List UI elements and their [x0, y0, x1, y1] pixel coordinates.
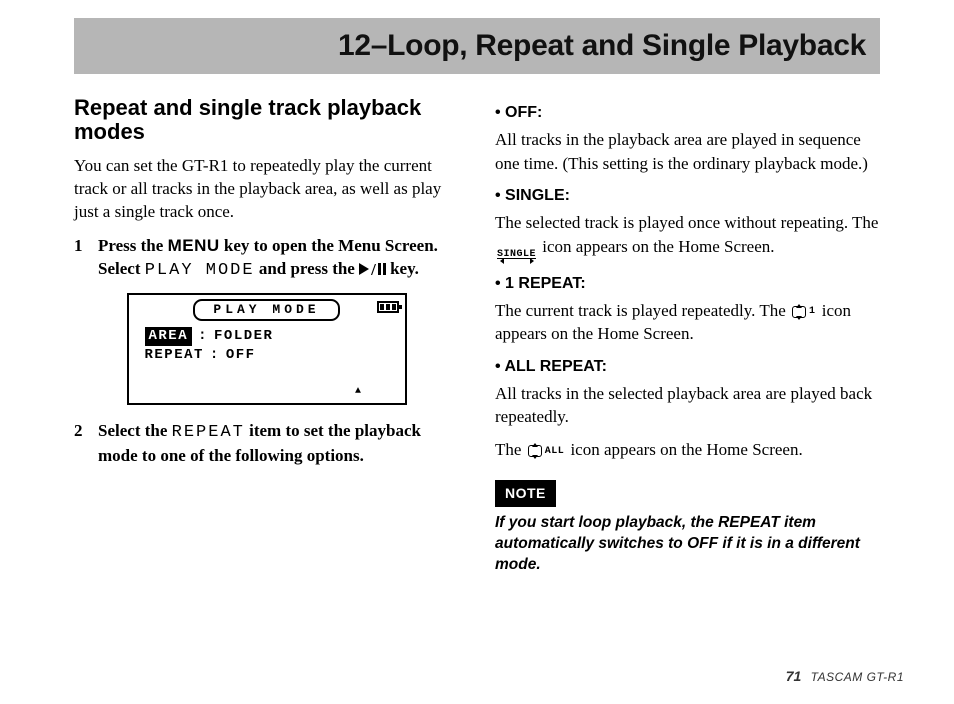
lcd-row-repeat: REPEAT : OFF: [145, 346, 399, 365]
step-body: Press the MENU key to open the Menu Scre…: [98, 234, 459, 283]
menu-key-label: MENU: [168, 236, 220, 255]
single-mode-icon: SINGLE: [495, 251, 538, 263]
single-body: The selected track is played once withou…: [495, 211, 880, 262]
page-footer: 71 TASCAM GT-R1: [786, 668, 904, 684]
page-number: 71: [786, 668, 802, 684]
content-columns: Repeat and single track playback modes Y…: [36, 96, 918, 586]
lcd-area-label: AREA: [145, 327, 193, 346]
lcd-title-row: PLAY MODE: [135, 299, 399, 321]
off-body: All tracks in the playback area are play…: [495, 128, 880, 175]
all-repeat-body-2: The ALL icon appears on the Home Screen.: [495, 438, 880, 461]
off-heading: • OFF:: [495, 102, 880, 124]
single-heading: • SINGLE:: [495, 185, 880, 207]
pause-icon: [378, 263, 386, 275]
one-repeat-body: The current track is played repeatedly. …: [495, 299, 880, 346]
lcd-screen: PLAY MODE AREA : FOLDER REPEAT : OFF ▲: [127, 293, 407, 405]
battery-icon: [377, 301, 399, 313]
all-repeat-body-1: All tracks in the selected playback area…: [495, 382, 880, 429]
all-repeat-heading: • ALL REPEAT:: [495, 356, 880, 378]
lcd-title: PLAY MODE: [193, 299, 339, 321]
right-column: • OFF: All tracks in the playback area a…: [495, 96, 880, 586]
lcd-repeat-label: REPEAT: [145, 346, 204, 365]
repeat-one-icon: 1: [790, 305, 818, 319]
section-heading: Repeat and single track playback modes: [74, 96, 459, 144]
step-list: 1 Press the MENU key to open the Menu Sc…: [74, 234, 459, 283]
manual-page: 12–Loop, Repeat and Single Playback Repe…: [0, 18, 954, 704]
play-mode-mono: PLAY MODE: [145, 261, 255, 280]
note-label: NOTE: [495, 480, 556, 507]
left-column: Repeat and single track playback modes Y…: [74, 96, 459, 586]
lcd-row-area: AREA : FOLDER: [145, 327, 399, 346]
repeat-all-icon: ALL: [526, 445, 567, 459]
repeat-mono: REPEAT: [172, 423, 245, 442]
lcd-repeat-value: OFF: [226, 346, 256, 365]
step-2: 2 Select the REPEAT item to set the play…: [74, 419, 459, 468]
one-repeat-heading: • 1 REPEAT:: [495, 273, 880, 295]
product-model: TASCAM GT-R1: [811, 670, 904, 684]
chapter-title-bar: 12–Loop, Repeat and Single Playback: [74, 18, 880, 74]
lcd-screenshot-wrap: PLAY MODE AREA : FOLDER REPEAT : OFF ▲: [74, 293, 459, 405]
chapter-title: 12–Loop, Repeat and Single Playback: [338, 29, 866, 63]
lcd-caret-icon: ▲: [355, 385, 363, 399]
intro-paragraph: You can set the GT-R1 to repeatedly play…: [74, 154, 459, 224]
step-1: 1 Press the MENU key to open the Menu Sc…: [74, 234, 459, 283]
note-text: If you start loop playback, the REPEAT i…: [495, 513, 880, 576]
lcd-area-value: FOLDER: [214, 327, 273, 346]
play-pause-icon: /: [359, 258, 386, 281]
step-body: Select the REPEAT item to set the playba…: [98, 419, 459, 468]
step-number: 2: [74, 419, 86, 468]
step-number: 1: [74, 234, 86, 283]
play-icon: [359, 263, 369, 275]
loop-arrows-icon: [528, 445, 542, 457]
step-list-2: 2 Select the REPEAT item to set the play…: [74, 419, 459, 468]
loop-arrows-icon: [792, 306, 806, 318]
